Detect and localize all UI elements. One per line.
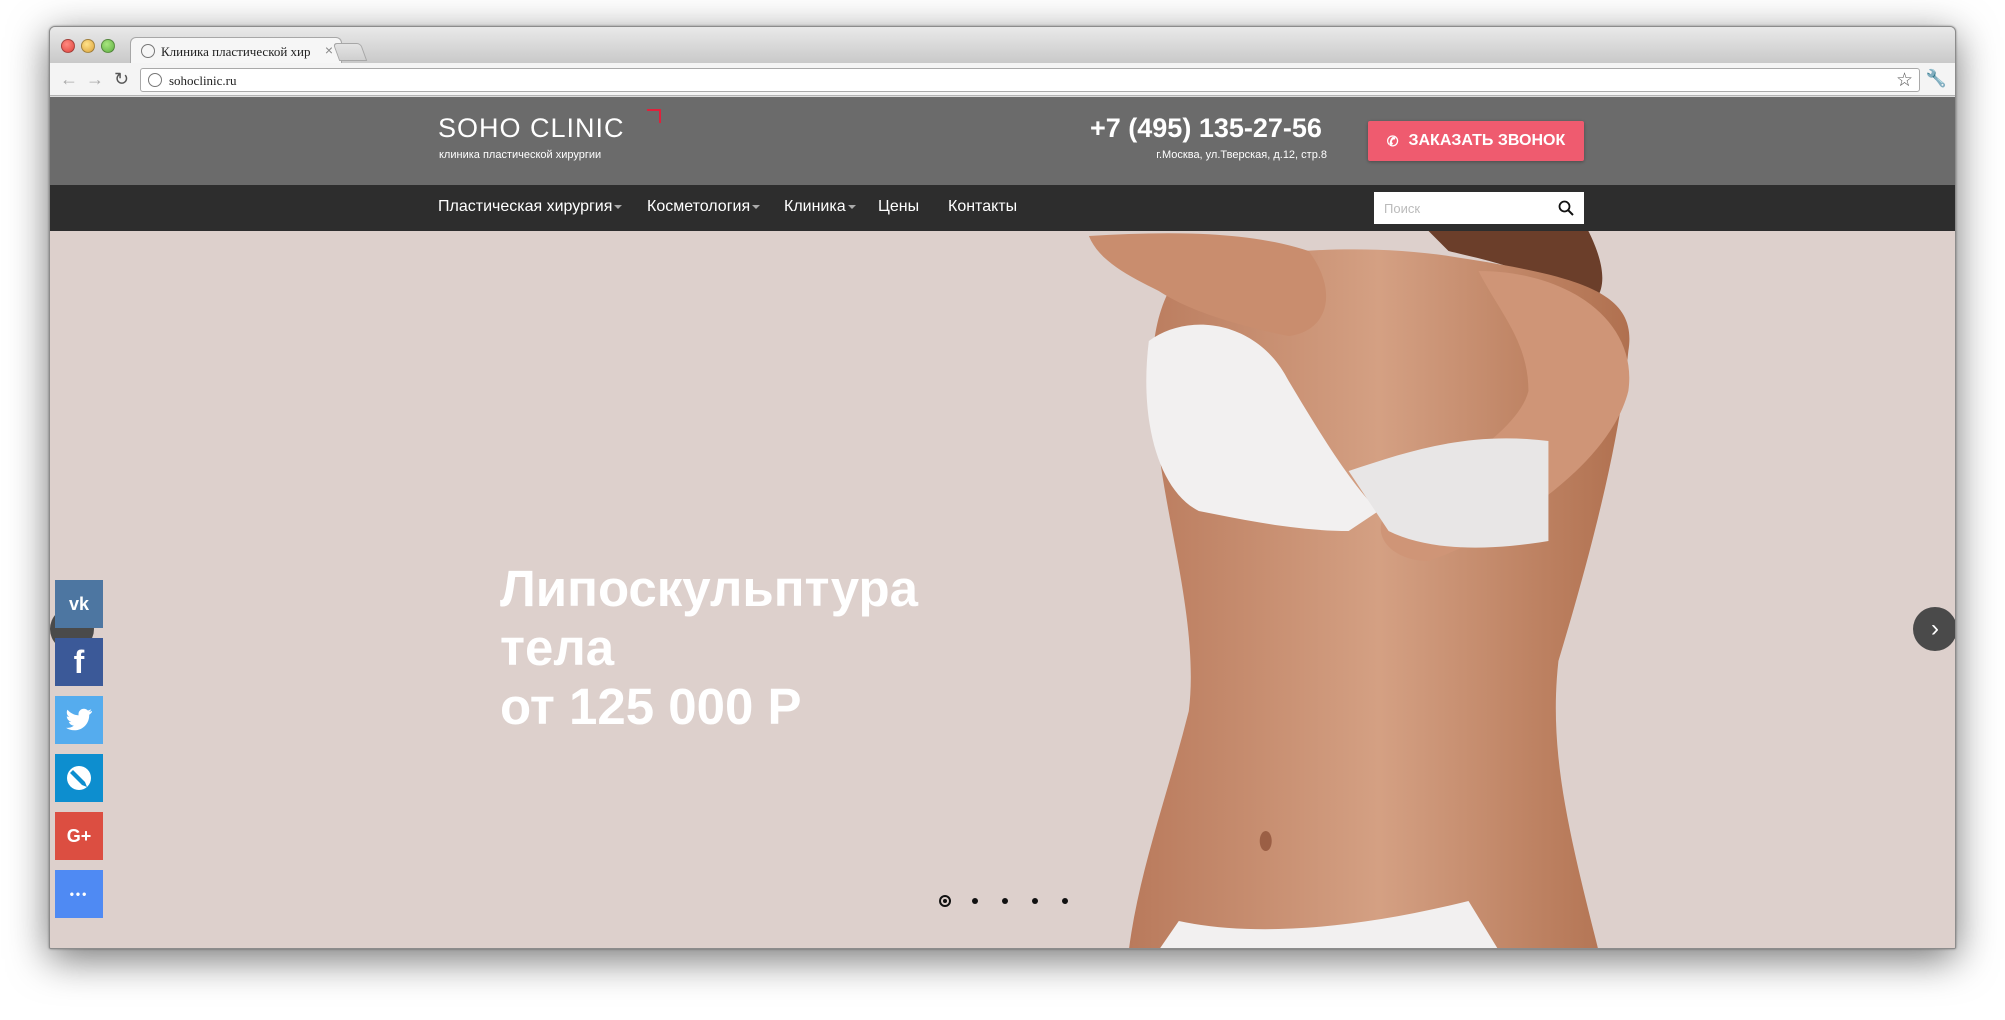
nav-item-label: Контакты <box>948 198 1018 215</box>
caret-down-icon <box>752 204 761 209</box>
hero-line-2: тела <box>500 619 615 676</box>
browser-tab[interactable]: Клиника пластической хир × <box>130 37 342 63</box>
slider-dot-3[interactable] <box>999 895 1011 907</box>
order-call-label: ЗАКАЗАТЬ ЗВОНОК <box>1408 132 1566 149</box>
nav-item-prices[interactable]: Цены <box>878 198 919 216</box>
reload-icon[interactable]: ↻ <box>114 69 129 89</box>
browser-titlebar: Клиника пластической хир × <box>50 27 1955 63</box>
livejournal-share-button[interactable] <box>55 754 103 802</box>
slider-dot-4[interactable] <box>1029 895 1041 907</box>
google-plus-share-button[interactable]: G+ <box>55 812 103 860</box>
logo-corner-mark <box>647 109 661 123</box>
social-share-bar: vk f G+ ••• <box>55 580 103 928</box>
hero-line-3: от 125 000 Р <box>500 678 802 735</box>
chevron-right-icon: › <box>1931 615 1939 642</box>
nav-item-label: Цены <box>878 198 920 215</box>
address-bar[interactable]: sohoclinic.ru ☆ <box>140 68 1920 92</box>
hero-headline: Липоскульптура тела от 125 000 Р <box>500 559 918 736</box>
nav-item-clinic[interactable]: Клиника <box>784 198 856 216</box>
site-logo[interactable]: SOHO CLINIC <box>438 113 625 144</box>
browser-toolbar: ← → ↻ sohoclinic.ru ☆ 🔧 <box>50 63 1955 96</box>
logo-subtitle: клиника пластической хирургии <box>439 149 602 161</box>
slider-dot-2[interactable] <box>969 895 981 907</box>
slider-dot-5[interactable] <box>1059 895 1071 907</box>
forward-arrow-icon[interactable]: → <box>86 69 104 89</box>
phone-icon: ✆ <box>1386 132 1399 149</box>
wrench-icon[interactable]: 🔧 <box>1926 69 1947 89</box>
main-navigation: Пластическая хирургия Косметология Клини… <box>50 185 1955 231</box>
tab-title: Клиника пластической хир <box>161 44 311 59</box>
more-share-button[interactable]: ••• <box>55 870 103 918</box>
phone-number[interactable]: +7 (495) 135-27-56 <box>1090 113 1322 144</box>
maximize-window-button[interactable] <box>101 39 115 53</box>
nav-item-label: Клиника <box>784 198 846 215</box>
caret-down-icon <box>847 204 856 209</box>
new-tab-button[interactable] <box>332 43 368 61</box>
close-window-button[interactable] <box>61 39 75 53</box>
browser-window: Клиника пластической хир × ← → ↻ sohocli… <box>49 26 1956 949</box>
facebook-share-button[interactable]: f <box>55 638 103 686</box>
order-call-button[interactable]: ✆ ЗАКАЗАТЬ ЗВОНОК <box>1368 121 1584 161</box>
search-icon[interactable] <box>1558 200 1574 216</box>
slider-dots <box>939 895 1071 907</box>
back-arrow-icon[interactable]: ← <box>60 69 78 89</box>
globe-icon <box>148 73 162 87</box>
search-box <box>1374 192 1584 224</box>
bookmark-star-icon[interactable]: ☆ <box>1896 69 1913 92</box>
nav-item-label: Косметология <box>647 198 751 215</box>
nav-item-contacts[interactable]: Контакты <box>948 198 1017 216</box>
url-text: sohoclinic.ru <box>169 73 237 88</box>
google-plus-icon: G+ <box>66 825 92 846</box>
livejournal-icon <box>67 766 91 790</box>
site-header: SOHO CLINIC клиника пластической хирурги… <box>50 97 1955 185</box>
vk-icon: vk <box>68 593 90 614</box>
hero-model-image <box>1088 231 1630 948</box>
globe-icon <box>141 44 155 58</box>
nav-item-cosmetology[interactable]: Косметология <box>647 198 761 216</box>
vk-share-button[interactable]: vk <box>55 580 103 628</box>
twitter-icon <box>66 708 92 731</box>
nav-item-label: Пластическая хирургия <box>438 198 613 215</box>
website: SOHO CLINIC клиника пластической хирурги… <box>50 97 1955 948</box>
slider-dot-1[interactable] <box>939 895 951 907</box>
next-slide-button[interactable]: › <box>1913 607 1955 651</box>
search-input[interactable] <box>1374 192 1554 224</box>
tab-close-icon[interactable]: × <box>325 42 333 58</box>
hero-slider: Липоскульптура тела от 125 000 Р › vk f … <box>50 231 1955 948</box>
caret-down-icon <box>614 204 623 209</box>
more-dots-icon: ••• <box>69 887 89 901</box>
hero-line-1: Липоскульптура <box>500 560 919 617</box>
twitter-share-button[interactable] <box>55 696 103 744</box>
address: г.Москва, ул.Тверская, д.12, стр.8 <box>1156 149 1327 161</box>
facebook-icon: f <box>73 643 85 680</box>
minimize-window-button[interactable] <box>81 39 95 53</box>
nav-item-plastic-surgery[interactable]: Пластическая хирургия <box>438 198 623 216</box>
